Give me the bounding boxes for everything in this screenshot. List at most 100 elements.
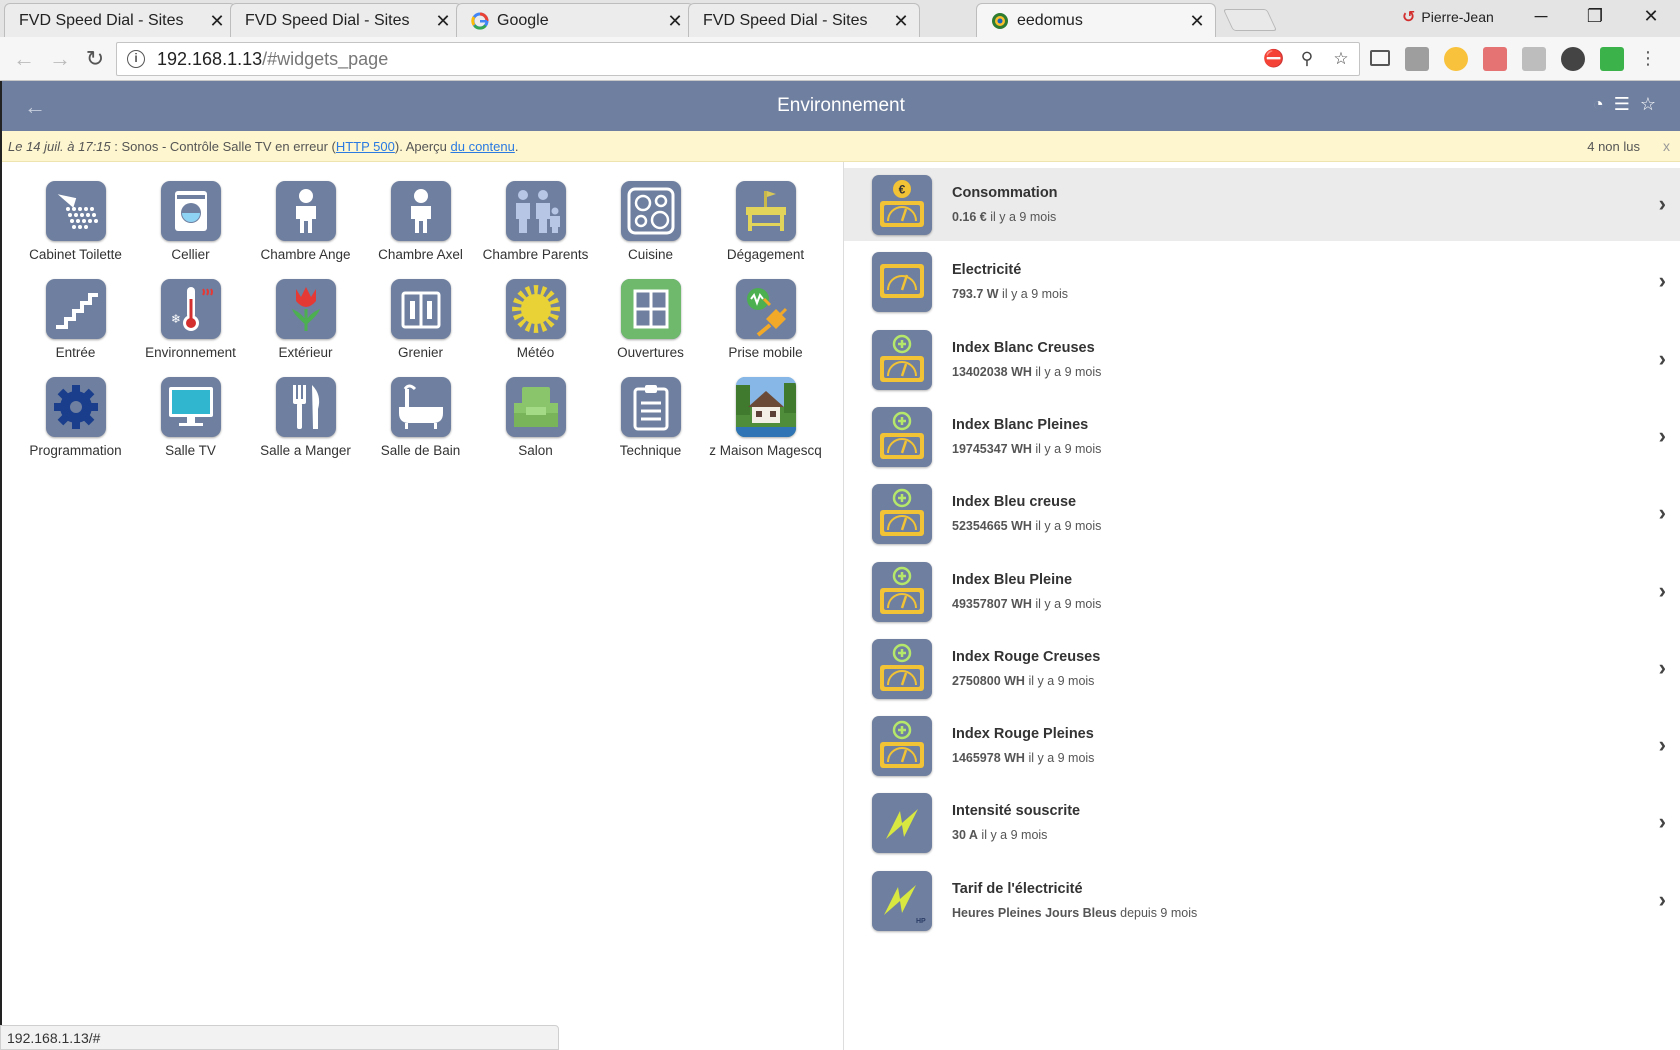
close-icon[interactable]: ✕ — [893, 12, 909, 30]
widget-timestamp: il y a 9 mois — [998, 287, 1069, 302]
chevron-right-icon[interactable]: › — [1659, 887, 1666, 913]
cast-icon[interactable] — [1370, 50, 1390, 66]
room-tile[interactable]: Dégagement — [708, 175, 823, 262]
sofa-icon — [505, 377, 566, 437]
room-tile[interactable]: Salon — [478, 371, 593, 458]
widget-row[interactable]: Intensité souscrite 30 A il y a 9 mois › — [844, 786, 1680, 859]
svg-text:❄: ❄ — [171, 312, 181, 326]
widget-row[interactable]: Electricité 793.7 W il y a 9 mois › — [844, 245, 1680, 318]
back-arrow-icon[interactable]: ← — [10, 45, 38, 73]
signal-icon[interactable]: ◔ — [1593, 94, 1604, 115]
close-icon[interactable]: ✕ — [667, 12, 683, 30]
preview-content-link[interactable]: du contenu — [451, 139, 515, 154]
widget-row[interactable]: HP Tarif de l'électricité Heures Pleines… — [844, 864, 1680, 937]
notification-message: Le 14 juil. à 17:15 : Sonos - Contrôle S… — [8, 139, 518, 154]
browser-tab[interactable]: FVD Speed Dial - Sites ✕ — [4, 3, 236, 37]
room-tile[interactable]: Grenier — [363, 273, 478, 360]
blocked-content-icon[interactable]: ⛔ — [1263, 49, 1284, 69]
wardrobe-icon — [390, 279, 451, 339]
close-icon[interactable]: ✕ — [209, 12, 225, 30]
room-tile[interactable]: Chambre Ange — [248, 175, 363, 262]
notification-text: . — [514, 139, 519, 154]
widget-value-text: 2750800 WH — [952, 673, 1025, 688]
http-error-link[interactable]: HTTP 500 — [336, 139, 395, 154]
forward-arrow-icon[interactable]: → — [46, 45, 74, 73]
reload-icon[interactable]: ↻ — [81, 45, 109, 73]
room-tile[interactable]: Prise mobile — [708, 273, 823, 360]
room-tile[interactable]: ❄ Environnement — [133, 273, 248, 360]
child-icon — [275, 181, 336, 241]
chevron-right-icon[interactable]: › — [1659, 732, 1666, 758]
stairs-icon — [45, 279, 106, 339]
widget-timestamp: il y a 9 mois — [1031, 441, 1102, 456]
widget-timestamp: il y a 9 mois — [986, 210, 1057, 224]
family-icon — [505, 181, 566, 241]
unread-count[interactable]: 4 non lus — [1587, 139, 1640, 154]
window-close-icon[interactable]: ✕ — [1626, 0, 1676, 32]
room-tile[interactable]: Salle TV — [133, 371, 248, 458]
widget-row[interactable]: Index Rouge Creuses 2750800 WH il y a 9 … — [844, 632, 1680, 705]
room-tile[interactable]: Programmation — [18, 371, 133, 458]
chevron-right-icon[interactable]: › — [1659, 423, 1666, 449]
new-tab-button[interactable] — [1222, 9, 1278, 31]
widget-row[interactable]: Index Rouge Pleines 1465978 WH il y a 9 … — [844, 709, 1680, 782]
svg-text:€: € — [899, 183, 906, 197]
widget-row[interactable]: Index Bleu Pleine 49357807 WH il y a 9 m… — [844, 555, 1680, 628]
browser-tab[interactable]: FVD Speed Dial - Sites ✕ — [230, 3, 462, 37]
restore-icon[interactable]: ❐ — [1570, 0, 1620, 32]
room-tile[interactable]: Cabinet Toilette — [18, 175, 133, 262]
widget-row[interactable]: € Consommation 0.16 € il y a 9 mois › — [844, 168, 1680, 241]
room-tile[interactable]: Salle a Manger — [248, 371, 363, 458]
room-tile[interactable]: Technique — [593, 371, 708, 458]
room-label: Salle de Bain — [380, 443, 461, 458]
minimize-icon[interactable]: ─ — [1516, 0, 1566, 32]
room-tile[interactable]: Salle de Bain — [363, 371, 478, 458]
chevron-right-icon[interactable]: › — [1659, 578, 1666, 604]
extension-balls-icon[interactable] — [1561, 47, 1585, 71]
address-bar[interactable]: i 192.168.1.13 /#widgets_page ⛔ ⚲ ☆ — [116, 42, 1360, 76]
widget-timestamp: il y a 9 mois — [1031, 519, 1102, 534]
extension-home-icon[interactable] — [1483, 47, 1507, 71]
notification-close-button[interactable]: x — [1663, 138, 1670, 154]
extension-star-icon[interactable] — [1444, 47, 1468, 71]
close-icon[interactable]: ✕ — [435, 12, 451, 30]
room-tile[interactable]: Cellier — [133, 175, 248, 262]
extension-reader-icon[interactable] — [1405, 47, 1429, 71]
browser-tab-active[interactable]: eedomus ✕ — [976, 3, 1216, 37]
window-icon — [620, 279, 681, 339]
chevron-right-icon[interactable]: › — [1659, 500, 1666, 526]
widget-row[interactable]: Index Bleu creuse 52354665 WH il y a 9 m… — [844, 477, 1680, 550]
favorite-star-icon[interactable]: ☆ — [1640, 94, 1656, 115]
close-icon[interactable]: ✕ — [1189, 12, 1205, 30]
room-tile[interactable]: Extérieur — [248, 273, 363, 360]
widget-row[interactable]: Index Blanc Creuses 13402038 WH il y a 9… — [844, 323, 1680, 396]
room-tile[interactable]: Météo — [478, 273, 593, 360]
widget-row[interactable]: Index Blanc Pleines 19745347 WH il y a 9… — [844, 400, 1680, 473]
browser-tab[interactable]: Google ✕ — [456, 3, 694, 37]
room-tile[interactable]: Chambre Parents — [478, 175, 593, 262]
sync-error-icon: ↺ — [1402, 9, 1416, 26]
profile-button[interactable]: ↺ Pierre-Jean — [1402, 7, 1494, 27]
chevron-right-icon[interactable]: › — [1659, 809, 1666, 835]
chevron-right-icon[interactable]: › — [1659, 268, 1666, 294]
chevron-right-icon[interactable]: › — [1659, 191, 1666, 217]
info-icon[interactable]: i — [127, 50, 145, 68]
clipboard-icon — [620, 377, 681, 437]
room-tile[interactable]: Cuisine — [593, 175, 708, 262]
washing-machine-icon — [160, 181, 221, 241]
extension-puzzle-icon[interactable] — [1522, 47, 1546, 71]
room-tile[interactable]: Entrée — [18, 273, 133, 360]
bookmark-star-icon[interactable]: ☆ — [1331, 49, 1351, 69]
tab-title: Google — [497, 11, 549, 29]
chevron-right-icon[interactable]: › — [1659, 346, 1666, 372]
room-tile[interactable]: Ouvertures — [593, 273, 708, 360]
room-tile[interactable]: Chambre Axel — [363, 175, 478, 262]
zoom-icon[interactable]: ⚲ — [1297, 49, 1317, 69]
chevron-right-icon[interactable]: › — [1659, 655, 1666, 681]
extension-download-icon[interactable] — [1600, 47, 1624, 71]
menu-icon[interactable]: ☰ — [1614, 94, 1630, 115]
menu-kebab-icon[interactable]: ⋮ — [1639, 47, 1657, 71]
meter-plus-icon — [872, 484, 932, 545]
room-tile[interactable]: z Maison Magescq — [708, 371, 823, 458]
browser-tab[interactable]: FVD Speed Dial - Sites ✕ — [688, 3, 920, 37]
